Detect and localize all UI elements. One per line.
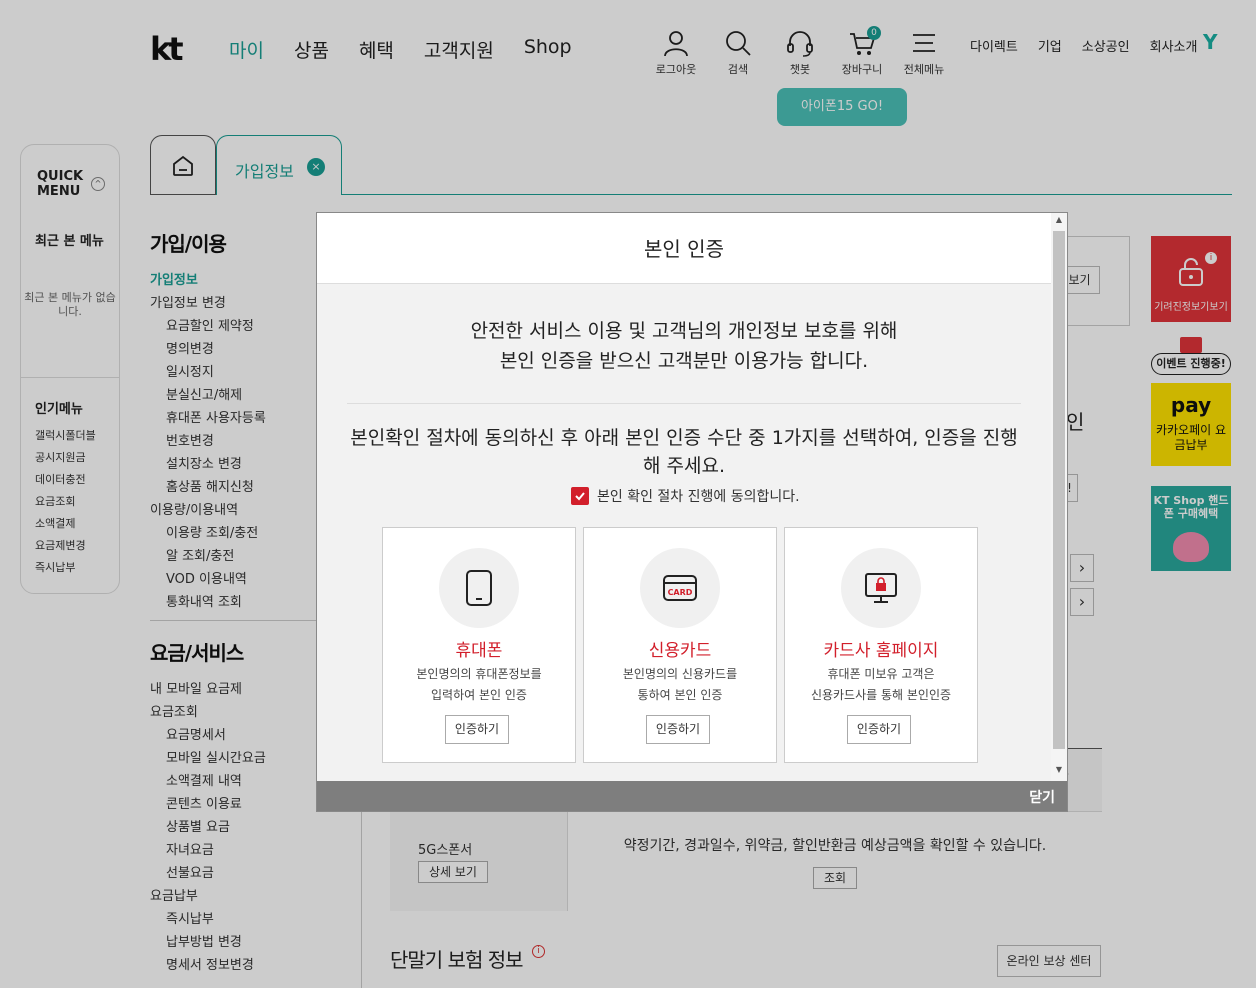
modal-title: 본인 인증: [644, 237, 724, 261]
verify-button[interactable]: 인증하기: [646, 715, 710, 744]
auth-method-phone[interactable]: 휴대폰 본인명의의 휴대폰정보를 입력하여 본인 인증 인증하기: [382, 527, 576, 763]
close-button[interactable]: 닫기: [1029, 787, 1055, 807]
method-desc-line: 입력하여 본인 인증: [431, 688, 527, 702]
agree-checkbox[interactable]: [571, 487, 589, 505]
agree-checkbox-row[interactable]: 본인 확인 절차 진행에 동의합니다.: [571, 486, 800, 506]
method-icon-circle: [439, 548, 519, 628]
auth-method-card-homepage[interactable]: 카드사 홈페이지 휴대폰 미보유 고객은 신용카드사를 통해 본인인증 인증하기: [784, 527, 978, 763]
verify-button[interactable]: 인증하기: [847, 715, 911, 744]
method-title: 신용카드: [648, 641, 712, 661]
credit-card-icon: CARD: [663, 575, 697, 601]
modal-scrollbar[interactable]: ▲ ▼: [1051, 213, 1067, 781]
method-desc-line: 휴대폰 미보유 고객은: [827, 667, 935, 681]
scroll-down-icon[interactable]: ▼: [1051, 765, 1067, 774]
method-desc-line: 본인명의의 신용카드를: [622, 667, 738, 681]
agree-label: 본인 확인 절차 진행에 동의합니다.: [597, 489, 800, 505]
method-icon-circle: CARD: [640, 548, 720, 628]
scroll-up-icon[interactable]: ▲: [1051, 215, 1067, 224]
intro-line: 안전한 서비스 이용 및 고객님의 개인정보 보호를 위해: [470, 320, 898, 342]
identity-verification-modal: 본인 인증 안전한 서비스 이용 및 고객님의 개인정보 보호를 위해 본인 인…: [316, 212, 1068, 812]
instruction-text: 본인확인 절차에 동의하신 후 아래 본인 인증 수단 중 1가지를 선택하여,…: [350, 427, 1018, 477]
method-desc-line: 신용카드사를 통해 본인인증: [810, 688, 952, 702]
verify-button[interactable]: 인증하기: [445, 715, 509, 744]
intro-line: 본인 인증을 받으신 고객분만 이용가능 합니다.: [499, 350, 869, 372]
modal-body: 안전한 서비스 이용 및 고객님의 개인정보 보호를 위해 본인 인증을 받으신…: [317, 284, 1051, 781]
method-description: 본인명의의 휴대폰정보를 입력하여 본인 인증: [383, 664, 575, 706]
card-icon-text: CARD: [668, 588, 693, 597]
method-icon-circle: [841, 548, 921, 628]
intro-text: 안전한 서비스 이용 및 고객님의 개인정보 보호를 위해 본인 인증을 받으신…: [317, 316, 1051, 376]
check-icon: [575, 492, 585, 501]
scrollbar-thumb[interactable]: [1053, 231, 1065, 749]
method-description: 본인명의의 신용카드를 통하여 본인 인증: [584, 664, 776, 706]
modal-header: 본인 인증: [317, 213, 1067, 284]
method-desc-line: 본인명의의 휴대폰정보를: [416, 667, 542, 681]
card-homepage-icon: [865, 573, 897, 603]
method-description: 휴대폰 미보유 고객은 신용카드사를 통해 본인인증: [785, 664, 977, 706]
auth-method-credit-card[interactable]: CARD 신용카드 본인명의의 신용카드를 통하여 본인 인증 인증하기: [583, 527, 777, 763]
phone-icon: [466, 570, 492, 606]
auth-methods: 휴대폰 본인명의의 휴대폰정보를 입력하여 본인 인증 인증하기 CARD 신용…: [382, 527, 978, 763]
method-title: 카드사 홈페이지: [823, 641, 939, 661]
method-title: 휴대폰: [455, 641, 503, 661]
modal-footer: 닫기: [317, 781, 1067, 811]
method-desc-line: 통하여 본인 인증: [637, 688, 723, 702]
modal-divider: [347, 403, 1021, 404]
